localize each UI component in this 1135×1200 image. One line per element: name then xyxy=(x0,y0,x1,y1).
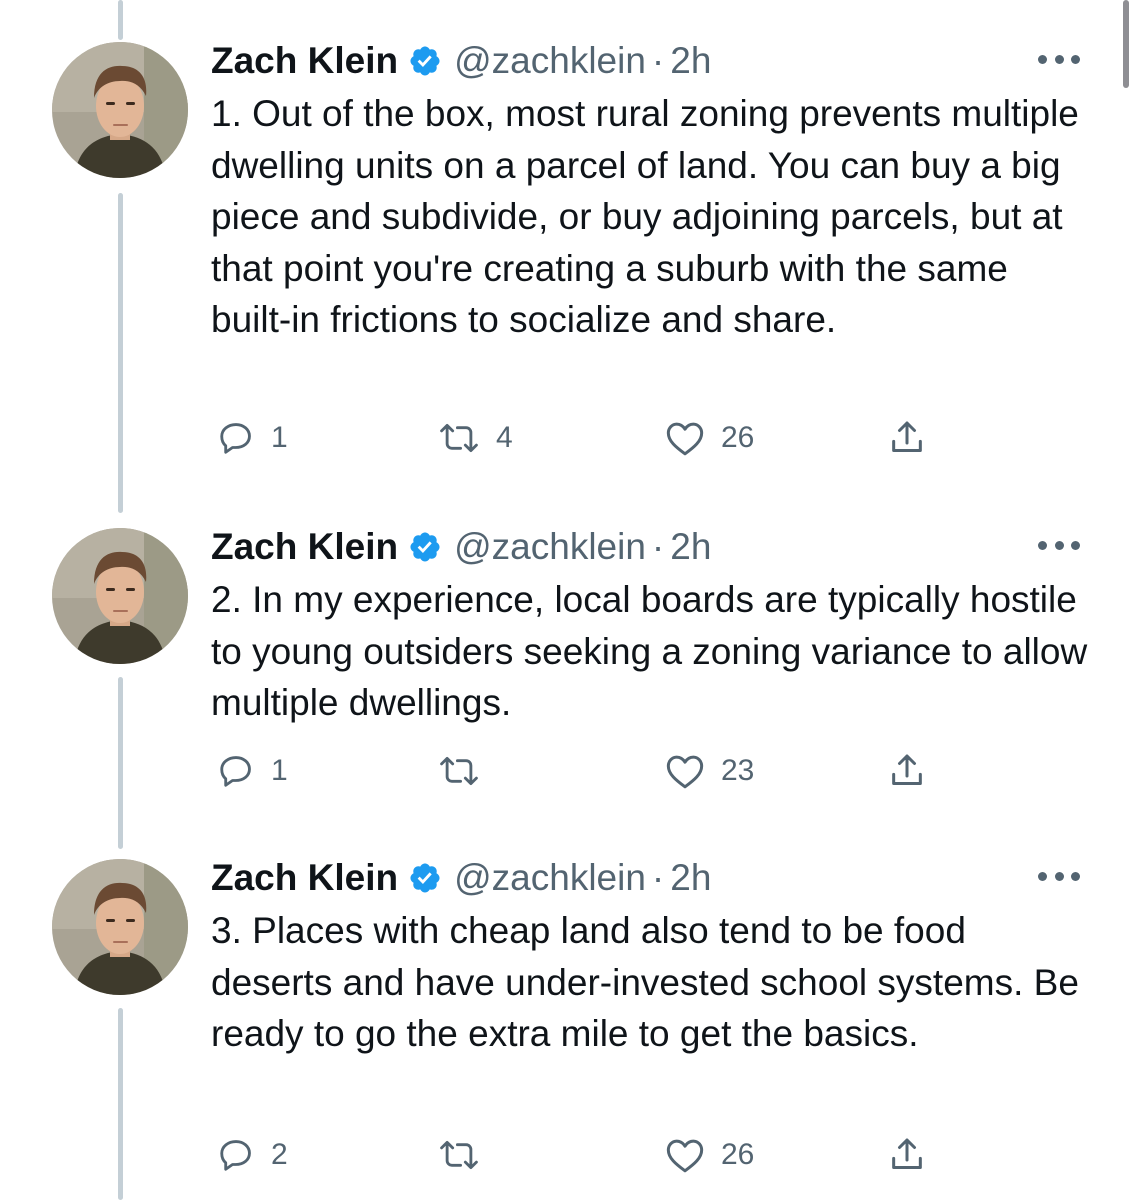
like-button[interactable]: 26 xyxy=(665,1130,754,1180)
retweet-button[interactable] xyxy=(438,746,496,796)
tweet-actions: 2 26 xyxy=(211,1130,1111,1180)
retweet-icon xyxy=(440,756,478,786)
author-name[interactable]: Zach Klein xyxy=(211,524,398,570)
share-button[interactable] xyxy=(887,413,927,463)
like-button[interactable]: 23 xyxy=(665,746,754,796)
reply-icon xyxy=(220,423,251,454)
tweet-text: 1. Out of the box, most rural zoning pre… xyxy=(211,93,1079,340)
tweet-text: 2. In my experience, local boards are ty… xyxy=(211,579,1088,723)
more-options-icon[interactable] xyxy=(1038,869,1080,883)
separator-dot: · xyxy=(651,40,665,81)
share-button[interactable] xyxy=(887,746,927,796)
tweet-timestamp[interactable]: 2h xyxy=(670,524,711,570)
reply-count: 1 xyxy=(271,421,288,454)
retweet-button[interactable] xyxy=(438,1130,496,1180)
author-handle[interactable]: @zachklein xyxy=(454,38,646,84)
tweet-actions: 1 4 26 xyxy=(211,413,1111,463)
reply-button[interactable]: 1 xyxy=(217,746,288,796)
author-handle[interactable]: @zachklein xyxy=(454,855,646,901)
share-button[interactable] xyxy=(887,1130,927,1180)
reply-button[interactable]: 1 xyxy=(217,413,288,463)
tweet-thread: Zach Klein @zachklein · 2h 1. Out of the… xyxy=(0,0,1135,1200)
verified-badge-icon xyxy=(410,532,440,562)
author-handle[interactable]: @zachklein xyxy=(454,524,646,570)
like-button[interactable]: 26 xyxy=(665,413,754,463)
reply-count: 1 xyxy=(271,754,288,787)
tweet[interactable]: Zach Klein @zachklein · 2h 3. Places wit… xyxy=(0,817,1135,1200)
tweet-header: Zach Klein @zachklein · 2h xyxy=(211,38,711,84)
heart-icon xyxy=(666,1139,704,1173)
reply-button[interactable]: 2 xyxy=(217,1130,288,1180)
share-icon xyxy=(892,1138,922,1169)
heart-icon xyxy=(666,422,704,456)
more-options-icon[interactable] xyxy=(1038,538,1080,552)
tweet[interactable]: Zach Klein @zachklein · 2h 2. In my expe… xyxy=(0,486,1135,816)
tweet-timestamp[interactable]: 2h xyxy=(670,855,711,901)
tweet[interactable]: Zach Klein @zachklein · 2h 1. Out of the… xyxy=(0,0,1135,490)
share-icon xyxy=(892,754,922,785)
like-count: 26 xyxy=(721,421,755,454)
reply-count: 2 xyxy=(271,1138,288,1171)
avatar[interactable] xyxy=(52,42,188,178)
heart-icon xyxy=(666,755,704,789)
retweet-button[interactable]: 4 xyxy=(438,413,513,463)
verified-badge-icon xyxy=(410,863,440,893)
reply-icon xyxy=(220,756,251,787)
retweet-icon xyxy=(440,1140,478,1170)
retweet-icon xyxy=(440,423,478,453)
verified-badge-icon xyxy=(410,46,440,76)
tweet-header: Zach Klein @zachklein · 2h xyxy=(211,855,711,901)
author-name[interactable]: Zach Klein xyxy=(211,855,398,901)
author-name[interactable]: Zach Klein xyxy=(211,38,398,84)
tweet-header: Zach Klein @zachklein · 2h xyxy=(211,524,711,570)
separator-dot: · xyxy=(651,857,665,898)
share-icon xyxy=(892,421,922,452)
avatar[interactable] xyxy=(52,859,188,995)
reply-icon xyxy=(220,1140,251,1171)
tweet-timestamp[interactable]: 2h xyxy=(670,38,711,84)
retweet-count: 4 xyxy=(496,421,513,454)
avatar[interactable] xyxy=(52,528,188,664)
tweet-text: 3. Places with cheap land also tend to b… xyxy=(211,910,1079,1054)
like-count: 23 xyxy=(721,754,755,787)
separator-dot: · xyxy=(651,526,665,567)
like-count: 26 xyxy=(721,1138,755,1171)
tweet-actions: 1 23 xyxy=(211,746,1111,796)
more-options-icon[interactable] xyxy=(1038,52,1080,66)
